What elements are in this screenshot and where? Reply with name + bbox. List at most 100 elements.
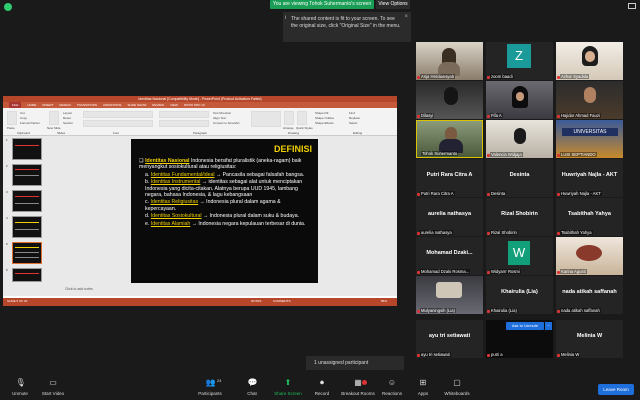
copy-button[interactable]: Copy	[20, 116, 27, 120]
item-letter: b.	[145, 179, 150, 186]
replace-button[interactable]: Replace	[349, 116, 360, 120]
quick-styles-label: Quick Styles	[296, 126, 313, 130]
arrange-icon[interactable]	[284, 111, 294, 125]
participants-button[interactable]: 👥 Participants	[190, 379, 230, 399]
view-options-button[interactable]: View Options	[376, 0, 410, 9]
participant-tile[interactable]: Huwriyah Najla - AKT Huwriyah Najla - AK…	[556, 159, 623, 197]
start-video-button[interactable]: ▭ Start Video	[33, 379, 73, 399]
leave-room-button[interactable]: Leave Room	[598, 384, 634, 395]
meeting-toolbar: 🎙 Unmute ▭ Start Video 👥 Participants 24…	[0, 378, 640, 400]
text-direction-button[interactable]: Text Direction	[213, 111, 231, 115]
participant-tile[interactable]: Melinia W Melinia W	[556, 320, 623, 358]
participant-tile[interactable]: Desinta Desinta	[486, 159, 553, 197]
align-text-button[interactable]: Align Text	[213, 116, 226, 120]
participant-tile[interactable]: Khairulia (Lia) Khairulia (Lia)	[486, 276, 553, 314]
slide-thumbnails: 1 2 3 4 5 6	[6, 136, 64, 296]
quick-styles-icon[interactable]	[297, 111, 307, 125]
slide-item-c: c. Identitas Religiusitas → Indonesia pl…	[139, 199, 313, 212]
chat-button[interactable]: 💬 Chat	[232, 379, 272, 399]
layout-button[interactable]: Layout	[63, 111, 72, 115]
find-button[interactable]: Find	[349, 111, 355, 115]
participant-tile[interactable]: nada atikah saffanah nada atikah saffana…	[556, 276, 623, 314]
mic-muted-icon: 🎙	[15, 378, 26, 387]
shapes-gallery[interactable]	[251, 111, 281, 127]
participant-name: Widyarrr Rosmi	[490, 269, 521, 274]
item-term: Identitas Fundamental/ideal	[150, 171, 215, 178]
font-selector[interactable]	[83, 111, 153, 118]
participant-tile[interactable]: Putri Rara Citra A Putri Rara Citra A	[416, 159, 483, 197]
participant-tile[interactable]: Z zoom baadi	[486, 42, 553, 80]
record-button[interactable]: ⏺ Record	[302, 379, 342, 399]
participant-name: putri a	[490, 352, 504, 357]
unassigned-participant-notice[interactable]: 1 unassigned participant	[306, 356, 404, 370]
participant-tile[interactable]: W Widyarrr Rosmi	[486, 237, 553, 275]
participant-tile-active-speaker[interactable]: Tohok Suhermanto	[416, 120, 483, 158]
close-icon[interactable]: ×	[404, 14, 408, 21]
security-shield-icon[interactable]	[4, 3, 12, 11]
convert-smartart-button[interactable]: Convert to SmartArt	[213, 121, 240, 125]
new-slide-icon[interactable]	[49, 111, 59, 125]
section-button[interactable]: Section	[63, 121, 73, 125]
shape-outline-button[interactable]: Shape Outline	[315, 116, 334, 120]
ask-to-unmute-button[interactable]: Ask to Unmute	[506, 322, 544, 330]
fit-screen-tooltip: i The shared content is fit to your scre…	[283, 12, 411, 42]
whiteboards-button[interactable]: ▢ Whiteboards	[437, 379, 477, 399]
comments-toggle[interactable]: COMMENTS	[273, 299, 291, 303]
participant-tile[interactable]: aurelia nathasya aurelia nathasya	[416, 198, 483, 236]
format-painter-button[interactable]: Format Painter	[20, 121, 40, 125]
fullscreen-icon[interactable]	[628, 3, 636, 9]
participants-icon: 👥	[205, 378, 216, 387]
participant-display-name: ayu tri setiawati	[428, 333, 471, 339]
slide-item-b: b. Identitas Instrumental → identitas se…	[139, 179, 313, 198]
select-button[interactable]: Select	[349, 121, 357, 125]
slide-thumbnail[interactable]	[12, 268, 42, 282]
notes-placeholder[interactable]: Click to add notes	[65, 287, 93, 291]
participant-tile[interactable]: Tsabithah Yahya Tsabithah Yahya	[556, 198, 623, 236]
shape-fill-button[interactable]: Shape Fill	[315, 111, 328, 115]
item-term: Identitas Instrumental	[150, 179, 201, 186]
slide-body: ❑ Identitas Nasional Indonesia bersifat …	[139, 158, 313, 227]
participant-name: aurelia nathasya	[420, 230, 453, 235]
participant-tile[interactable]: Hajidar Ahmad Fauzi	[556, 81, 623, 119]
slide-thumbnail-selected[interactable]	[12, 242, 42, 264]
info-icon: i	[285, 15, 287, 21]
cut-button[interactable]: Cut	[20, 111, 25, 115]
participant-tile[interactable]: Azhar Syadida	[556, 42, 623, 80]
participant-tile[interactable]: Anja Herdiansyah	[416, 42, 483, 80]
start-video-label: Start Video	[41, 391, 65, 396]
participant-name: Valencia Widjaja	[490, 152, 523, 157]
slide-thumbnail[interactable]	[12, 190, 42, 212]
participant-tile[interactable]: UNIVERSITAS LUSI SEPTIANDO	[556, 120, 623, 158]
alignment-buttons[interactable]	[159, 120, 209, 127]
participant-tile[interactable]: Karina Agusti	[556, 237, 623, 275]
zoom-level[interactable]: 85%	[381, 299, 387, 303]
item-letter: d.	[145, 213, 150, 220]
powerpoint-ribbon: Paste Cut Copy Format Painter Clipboard …	[3, 108, 397, 136]
chat-label: Chat	[247, 391, 257, 396]
slide-thumbnail[interactable]	[12, 216, 42, 238]
paste-icon[interactable]	[7, 111, 17, 125]
participant-tile[interactable]: Fifa A	[486, 81, 553, 119]
participant-tile[interactable]: Valencia Widjaja	[486, 120, 553, 158]
more-options-button[interactable]: ···	[545, 322, 552, 330]
font-format-buttons[interactable]	[83, 120, 153, 127]
item-letter: a.	[145, 171, 150, 178]
reset-button[interactable]: Reset	[63, 116, 71, 120]
participant-tile[interactable]: Dilasyi	[416, 81, 483, 119]
list-buttons[interactable]	[159, 111, 209, 118]
item-desc: → Pancasila sebagai falsafah bangsa.	[214, 171, 305, 178]
slide-counter: SLIDE 5 OF 20	[7, 299, 28, 303]
participant-display-name: Melinia W	[576, 333, 603, 339]
current-slide[interactable]: DEFINISI ❑ Identitas Nasional Indonesia …	[131, 139, 318, 283]
participant-tile[interactable]: Mohamad Dzaki... Mohamad Dzaki Rosma...	[416, 237, 483, 275]
notes-toggle[interactable]: NOTES	[251, 299, 261, 303]
slide-thumbnail[interactable]	[12, 164, 42, 186]
chat-icon: 💬	[247, 378, 258, 387]
whiteboards-label: Whiteboards	[444, 391, 470, 396]
shape-effects-button[interactable]: Shape Effects	[315, 121, 334, 125]
slide-thumbnail[interactable]	[12, 138, 42, 160]
participant-name: Desinta	[490, 191, 507, 196]
participant-tile[interactable]: ayu tri setiawati ayu tri setiawati	[416, 320, 483, 358]
participant-tile[interactable]: Mulyaningsih (Lia)	[416, 276, 483, 314]
participant-tile[interactable]: Rizal Shobirin Rizal Shobirin	[486, 198, 553, 236]
